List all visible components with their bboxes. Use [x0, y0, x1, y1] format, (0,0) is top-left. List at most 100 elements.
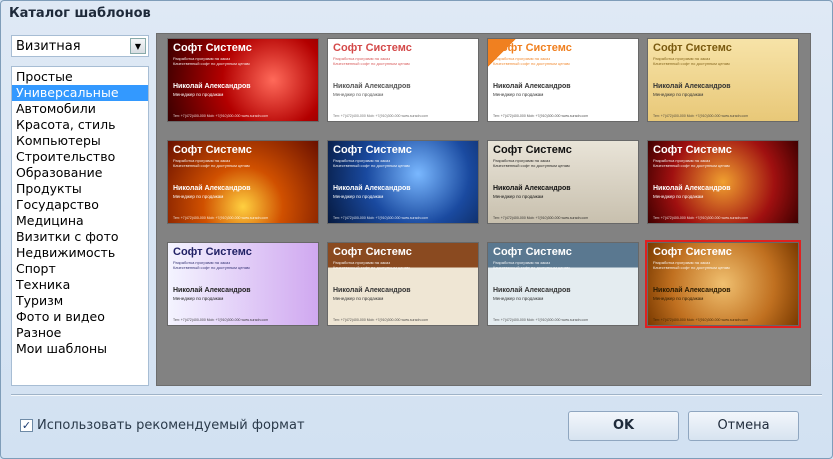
card-name: Николай Александров — [493, 83, 571, 90]
category-item[interactable]: Компьютеры — [12, 133, 148, 149]
card-contacts: Тел: +7(472)400-000 Mob: +7(910)300-000 … — [173, 317, 269, 322]
card-name: Николай Александров — [333, 185, 411, 192]
card-company: Софт Системс — [333, 246, 412, 258]
divider — [11, 394, 822, 396]
category-item[interactable]: Медицина — [12, 213, 148, 229]
ok-button[interactable]: OK — [568, 411, 679, 441]
card-role: Менеджер по продажам — [493, 296, 544, 301]
card-role: Менеджер по продажам — [653, 296, 704, 301]
category-item[interactable]: Туризм — [12, 293, 148, 309]
card-contacts: Тел: +7(472)400-000 Mob: +7(910)300-000 … — [333, 113, 429, 118]
card-name: Николай Александров — [493, 287, 571, 294]
card-tagline: Разработка программ на заказ Качественны… — [333, 158, 410, 168]
card-role: Менеджер по продажам — [333, 194, 384, 199]
format-select-value: Визитная — [16, 39, 81, 54]
card-company: Софт Системс — [173, 42, 252, 54]
card-role: Менеджер по продажам — [333, 296, 384, 301]
category-item[interactable]: Спорт — [12, 261, 148, 277]
card-tagline: Разработка программ на заказ Качественны… — [493, 260, 570, 270]
template-card[interactable]: Софт Системс Разработка программ на зака… — [328, 39, 478, 121]
card-tagline: Разработка программ на заказ Качественны… — [173, 260, 250, 270]
category-item[interactable]: Мои шаблоны — [12, 341, 148, 357]
use-recommended-format-checkbox[interactable]: ✓ — [20, 419, 33, 432]
category-item[interactable]: Визитки с фото — [12, 229, 148, 245]
card-tagline: Разработка программ на заказ Качественны… — [493, 56, 570, 66]
template-card[interactable]: Софт Системс Разработка программ на зака… — [648, 39, 798, 121]
card-company: Софт Системс — [653, 42, 732, 54]
card-name: Николай Александров — [173, 287, 251, 294]
card-role: Менеджер по продажам — [333, 92, 384, 97]
category-item[interactable]: Автомобили — [12, 101, 148, 117]
card-contacts: Тел: +7(472)400-000 Mob: +7(910)300-000 … — [173, 113, 269, 118]
card-company: Софт Системс — [173, 246, 252, 258]
category-item[interactable]: Универсальные — [12, 85, 148, 101]
card-name: Николай Александров — [653, 287, 731, 294]
card-role: Менеджер по продажам — [173, 194, 224, 199]
card-name: Николай Александров — [653, 83, 731, 90]
template-card[interactable]: Софт Системс Разработка программ на зака… — [488, 243, 638, 325]
template-catalog-dialog: Каталог шаблонов Визитная ▼ Простые Униве… — [0, 0, 833, 459]
card-role: Менеджер по продажам — [493, 92, 544, 97]
card-company: Софт Системс — [653, 246, 732, 258]
template-card[interactable]: Софт Системс Разработка программ на зака… — [168, 243, 318, 325]
card-name: Николай Александров — [173, 185, 251, 192]
card-tagline: Разработка программ на заказ Качественны… — [173, 56, 250, 66]
category-item[interactable]: Строительство — [12, 149, 148, 165]
card-company: Софт Системс — [333, 42, 412, 54]
category-item[interactable]: Образование — [12, 165, 148, 181]
card-company: Софт Системс — [653, 144, 732, 156]
card-company: Софт Системс — [493, 42, 572, 54]
template-card[interactable]: Софт Системс Разработка программ на зака… — [328, 141, 478, 223]
card-contacts: Тел: +7(472)400-000 Mob: +7(910)300-000 … — [493, 215, 589, 220]
card-company: Софт Системс — [333, 144, 412, 156]
card-name: Николай Александров — [333, 287, 411, 294]
card-contacts: Тел: +7(472)400-000 Mob: +7(910)300-000 … — [333, 317, 429, 322]
card-name: Николай Александров — [173, 83, 251, 90]
card-role: Менеджер по продажам — [653, 92, 704, 97]
window-title: Каталог шаблонов — [9, 6, 151, 21]
card-name: Николай Александров — [493, 185, 571, 192]
category-item[interactable]: Фото и видео — [12, 309, 148, 325]
cancel-button[interactable]: Отмена — [688, 411, 799, 441]
category-item[interactable]: Разное — [12, 325, 148, 341]
use-recommended-format-label[interactable]: Использовать рекомендуемый формат — [37, 418, 305, 433]
card-contacts: Тел: +7(472)400-000 Mob: +7(910)300-000 … — [493, 317, 589, 322]
card-tagline: Разработка программ на заказ Качественны… — [173, 158, 250, 168]
card-tagline: Разработка программ на заказ Качественны… — [653, 260, 730, 270]
checkmark-icon: ✓ — [21, 419, 32, 432]
category-list[interactable]: Простые Универсальные Автомобили Красота, с… — [11, 66, 149, 386]
category-item[interactable]: Государство — [12, 197, 148, 213]
template-card[interactable]: Софт Системс Разработка программ на зака… — [328, 243, 478, 325]
category-item[interactable]: Простые — [12, 69, 148, 85]
template-card[interactable]: Софт Системс Разработка программ на зака… — [488, 39, 638, 121]
card-contacts: Тел: +7(472)400-000 Mob: +7(910)300-000 … — [493, 113, 589, 118]
category-item[interactable]: Техника — [12, 277, 148, 293]
category-item[interactable]: Недвижимость — [12, 245, 148, 261]
card-company: Софт Системс — [493, 144, 572, 156]
card-tagline: Разработка программ на заказ Качественны… — [653, 56, 730, 66]
card-tagline: Разработка программ на заказ Качественны… — [333, 56, 410, 66]
category-item[interactable]: Продукты — [12, 181, 148, 197]
format-select[interactable]: Визитная ▼ — [11, 35, 149, 57]
template-card[interactable]: Софт Системс Разработка программ на зака… — [488, 141, 638, 223]
template-card[interactable]: Софт Системс Разработка программ на зака… — [168, 141, 318, 223]
card-tagline: Разработка программ на заказ Качественны… — [653, 158, 730, 168]
card-role: Менеджер по продажам — [493, 194, 544, 199]
template-card[interactable]: Софт Системс Разработка программ на зака… — [645, 240, 801, 328]
card-contacts: Тел: +7(472)400-000 Mob: +7(910)300-000 … — [333, 215, 429, 220]
card-contacts: Тел: +7(472)400-000 Mob: +7(910)300-000 … — [173, 215, 269, 220]
template-card[interactable]: Софт Системс Разработка программ на зака… — [168, 39, 318, 121]
card-company: Софт Системс — [493, 246, 572, 258]
card-role: Менеджер по продажам — [653, 194, 704, 199]
template-gallery[interactable]: Софт Системс Разработка программ на зака… — [156, 33, 811, 386]
card-company: Софт Системс — [173, 144, 252, 156]
category-item[interactable]: Красота, стиль — [12, 117, 148, 133]
card-contacts: Тел: +7(472)400-000 Mob: +7(910)300-000 … — [653, 317, 749, 322]
card-tagline: Разработка программ на заказ Качественны… — [333, 260, 410, 270]
card-role: Менеджер по продажам — [173, 92, 224, 97]
card-contacts: Тел: +7(472)400-000 Mob: +7(910)300-000 … — [653, 113, 749, 118]
card-role: Менеджер по продажам — [173, 296, 224, 301]
chevron-down-icon[interactable]: ▼ — [130, 38, 146, 54]
card-name: Николай Александров — [653, 185, 731, 192]
template-card[interactable]: Софт Системс Разработка программ на зака… — [648, 141, 798, 223]
